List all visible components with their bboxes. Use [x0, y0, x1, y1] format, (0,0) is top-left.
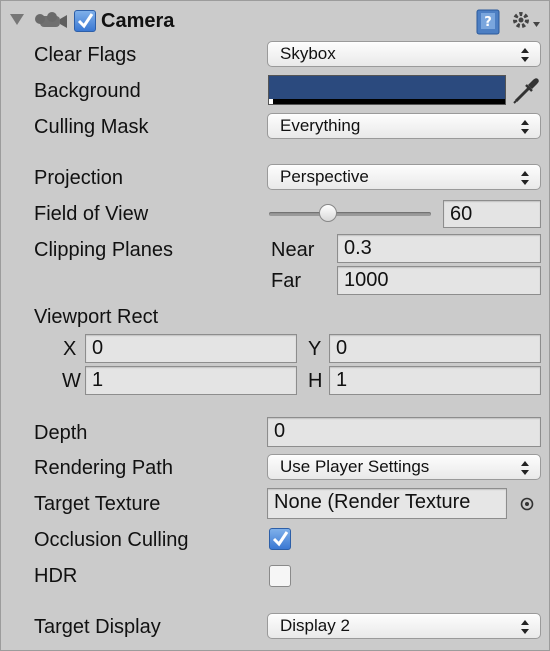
- dropdown-arrows-icon: [521, 620, 529, 634]
- component-enabled-checkbox[interactable]: [74, 10, 96, 32]
- object-picker-icon[interactable]: [519, 496, 535, 512]
- checkmark-icon: [272, 531, 289, 547]
- dropdown-arrows-icon: [521, 48, 529, 62]
- clear-flags-label: Clear Flags: [34, 44, 137, 66]
- field-of-view-input[interactable]: 60: [443, 200, 541, 228]
- viewport-w-input[interactable]: 1: [85, 366, 297, 395]
- near-label: Near: [271, 239, 315, 261]
- viewport-y-input[interactable]: 0: [329, 334, 541, 363]
- culling-mask-dropdown[interactable]: Everything: [267, 113, 541, 139]
- depth-input[interactable]: 0: [267, 417, 541, 447]
- rendering-path-label: Rendering Path: [34, 457, 173, 479]
- target-texture-field[interactable]: None (Render Texture: [267, 488, 507, 519]
- dropdown-arrows-icon: [521, 461, 529, 475]
- projection-label: Projection: [34, 167, 123, 189]
- far-input[interactable]: 1000: [337, 266, 541, 295]
- camera-icon: [35, 12, 67, 28]
- alpha-bar: [269, 99, 505, 104]
- alpha-fill: [269, 99, 273, 104]
- viewport-y-label: Y: [308, 338, 322, 360]
- near-input[interactable]: 0.3: [337, 234, 541, 263]
- target-display-dropdown[interactable]: Display 2: [267, 613, 541, 639]
- hdr-label: HDR: [34, 565, 78, 587]
- rendering-path-dropdown[interactable]: Use Player Settings: [267, 454, 541, 480]
- clipping-planes-label: Clipping Planes: [34, 239, 173, 261]
- eyedropper-icon[interactable]: [511, 75, 541, 105]
- culling-mask-value: Everything: [280, 116, 361, 135]
- component-title: Camera: [101, 10, 175, 32]
- dropdown-arrows-icon: [521, 120, 529, 134]
- target-texture-label: Target Texture: [34, 493, 161, 515]
- target-display-label: Target Display: [34, 616, 161, 638]
- field-of-view-slider-track[interactable]: [269, 204, 431, 222]
- depth-label: Depth: [34, 422, 88, 444]
- background-label: Background: [34, 80, 141, 102]
- help-book-icon[interactable]: ?: [476, 9, 500, 35]
- hdr-checkbox[interactable]: [269, 565, 291, 587]
- svg-text:?: ?: [484, 15, 492, 30]
- far-label: Far: [271, 270, 301, 292]
- viewport-h-input[interactable]: 1: [329, 366, 541, 395]
- dropdown-arrows-icon: [521, 171, 529, 185]
- projection-value: Perspective: [280, 167, 369, 186]
- clear-flags-value: Skybox: [280, 44, 336, 63]
- viewport-rect-label: Viewport Rect: [34, 306, 159, 328]
- foldout-triangle-icon[interactable]: [10, 14, 24, 26]
- occlusion-culling-checkbox[interactable]: [269, 528, 291, 550]
- background-color-swatch[interactable]: [268, 75, 506, 105]
- target-display-value: Display 2: [280, 616, 350, 635]
- rendering-path-value: Use Player Settings: [280, 457, 430, 476]
- viewport-x-input[interactable]: 0: [85, 334, 297, 363]
- field-of-view-slider-thumb[interactable]: [319, 204, 338, 222]
- gear-icon[interactable]: [511, 10, 541, 32]
- camera-inspector-panel: Camera ? Clear Flags Skybox Background C…: [0, 0, 550, 651]
- culling-mask-label: Culling Mask: [34, 116, 149, 138]
- viewport-w-label: W: [62, 370, 81, 392]
- field-of-view-label: Field of View: [34, 203, 149, 225]
- projection-dropdown[interactable]: Perspective: [267, 164, 541, 190]
- clear-flags-dropdown[interactable]: Skybox: [267, 41, 541, 67]
- viewport-x-label: X: [63, 338, 77, 360]
- occlusion-culling-label: Occlusion Culling: [34, 529, 189, 551]
- viewport-h-label: H: [308, 370, 323, 392]
